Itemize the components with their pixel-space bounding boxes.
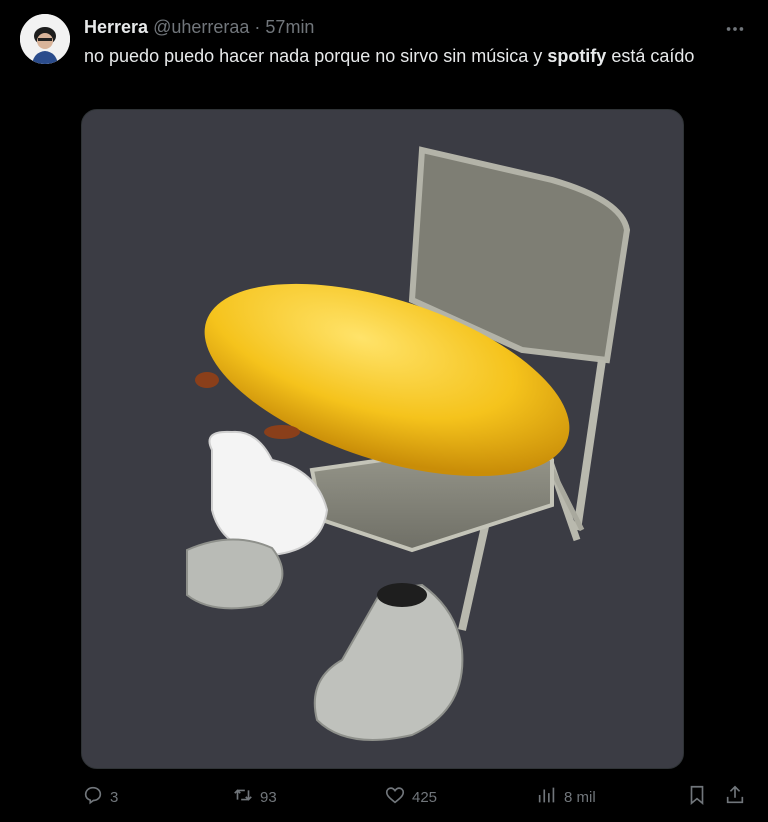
author-handle[interactable]: @uherreraa xyxy=(153,17,249,37)
more-dots-icon[interactable] xyxy=(724,18,746,40)
avatar[interactable] xyxy=(20,14,70,64)
reply-icon xyxy=(82,784,104,810)
post-time[interactable]: 57min xyxy=(265,17,314,37)
share-button[interactable] xyxy=(724,782,746,812)
repost-button[interactable]: 93 xyxy=(232,782,277,812)
views-count: 8 mil xyxy=(564,788,596,806)
like-count: 425 xyxy=(412,788,438,806)
bookmark-button[interactable] xyxy=(686,782,708,812)
header-separator: · xyxy=(254,17,261,37)
repost-icon xyxy=(232,784,254,810)
post-header: Herrera @uherreraa · 57min xyxy=(84,16,314,38)
post-media-image[interactable] xyxy=(81,109,684,769)
post-text: no puedo puedo hacer nada porque no sirv… xyxy=(84,44,724,68)
post-text-start: no puedo puedo hacer nada porque no sirv… xyxy=(84,46,548,66)
views-button[interactable]: 8 mil xyxy=(536,782,596,812)
action-bar: 3 93 425 8 mil xyxy=(0,782,768,812)
post-text-bold: spotify xyxy=(547,46,607,66)
author-name[interactable]: Herrera xyxy=(84,17,148,37)
share-icon xyxy=(724,784,746,810)
repost-count: 93 xyxy=(260,788,277,806)
bookmark-icon xyxy=(686,784,708,810)
reply-count: 3 xyxy=(110,788,119,806)
post-text-end: está caído xyxy=(606,46,695,66)
like-button[interactable]: 425 xyxy=(384,782,437,812)
heart-icon xyxy=(384,784,406,810)
views-chart-icon xyxy=(536,784,558,810)
reply-button[interactable]: 3 xyxy=(82,782,118,812)
tweet: Herrera @uherreraa · 57min no puedo pued… xyxy=(0,0,768,822)
